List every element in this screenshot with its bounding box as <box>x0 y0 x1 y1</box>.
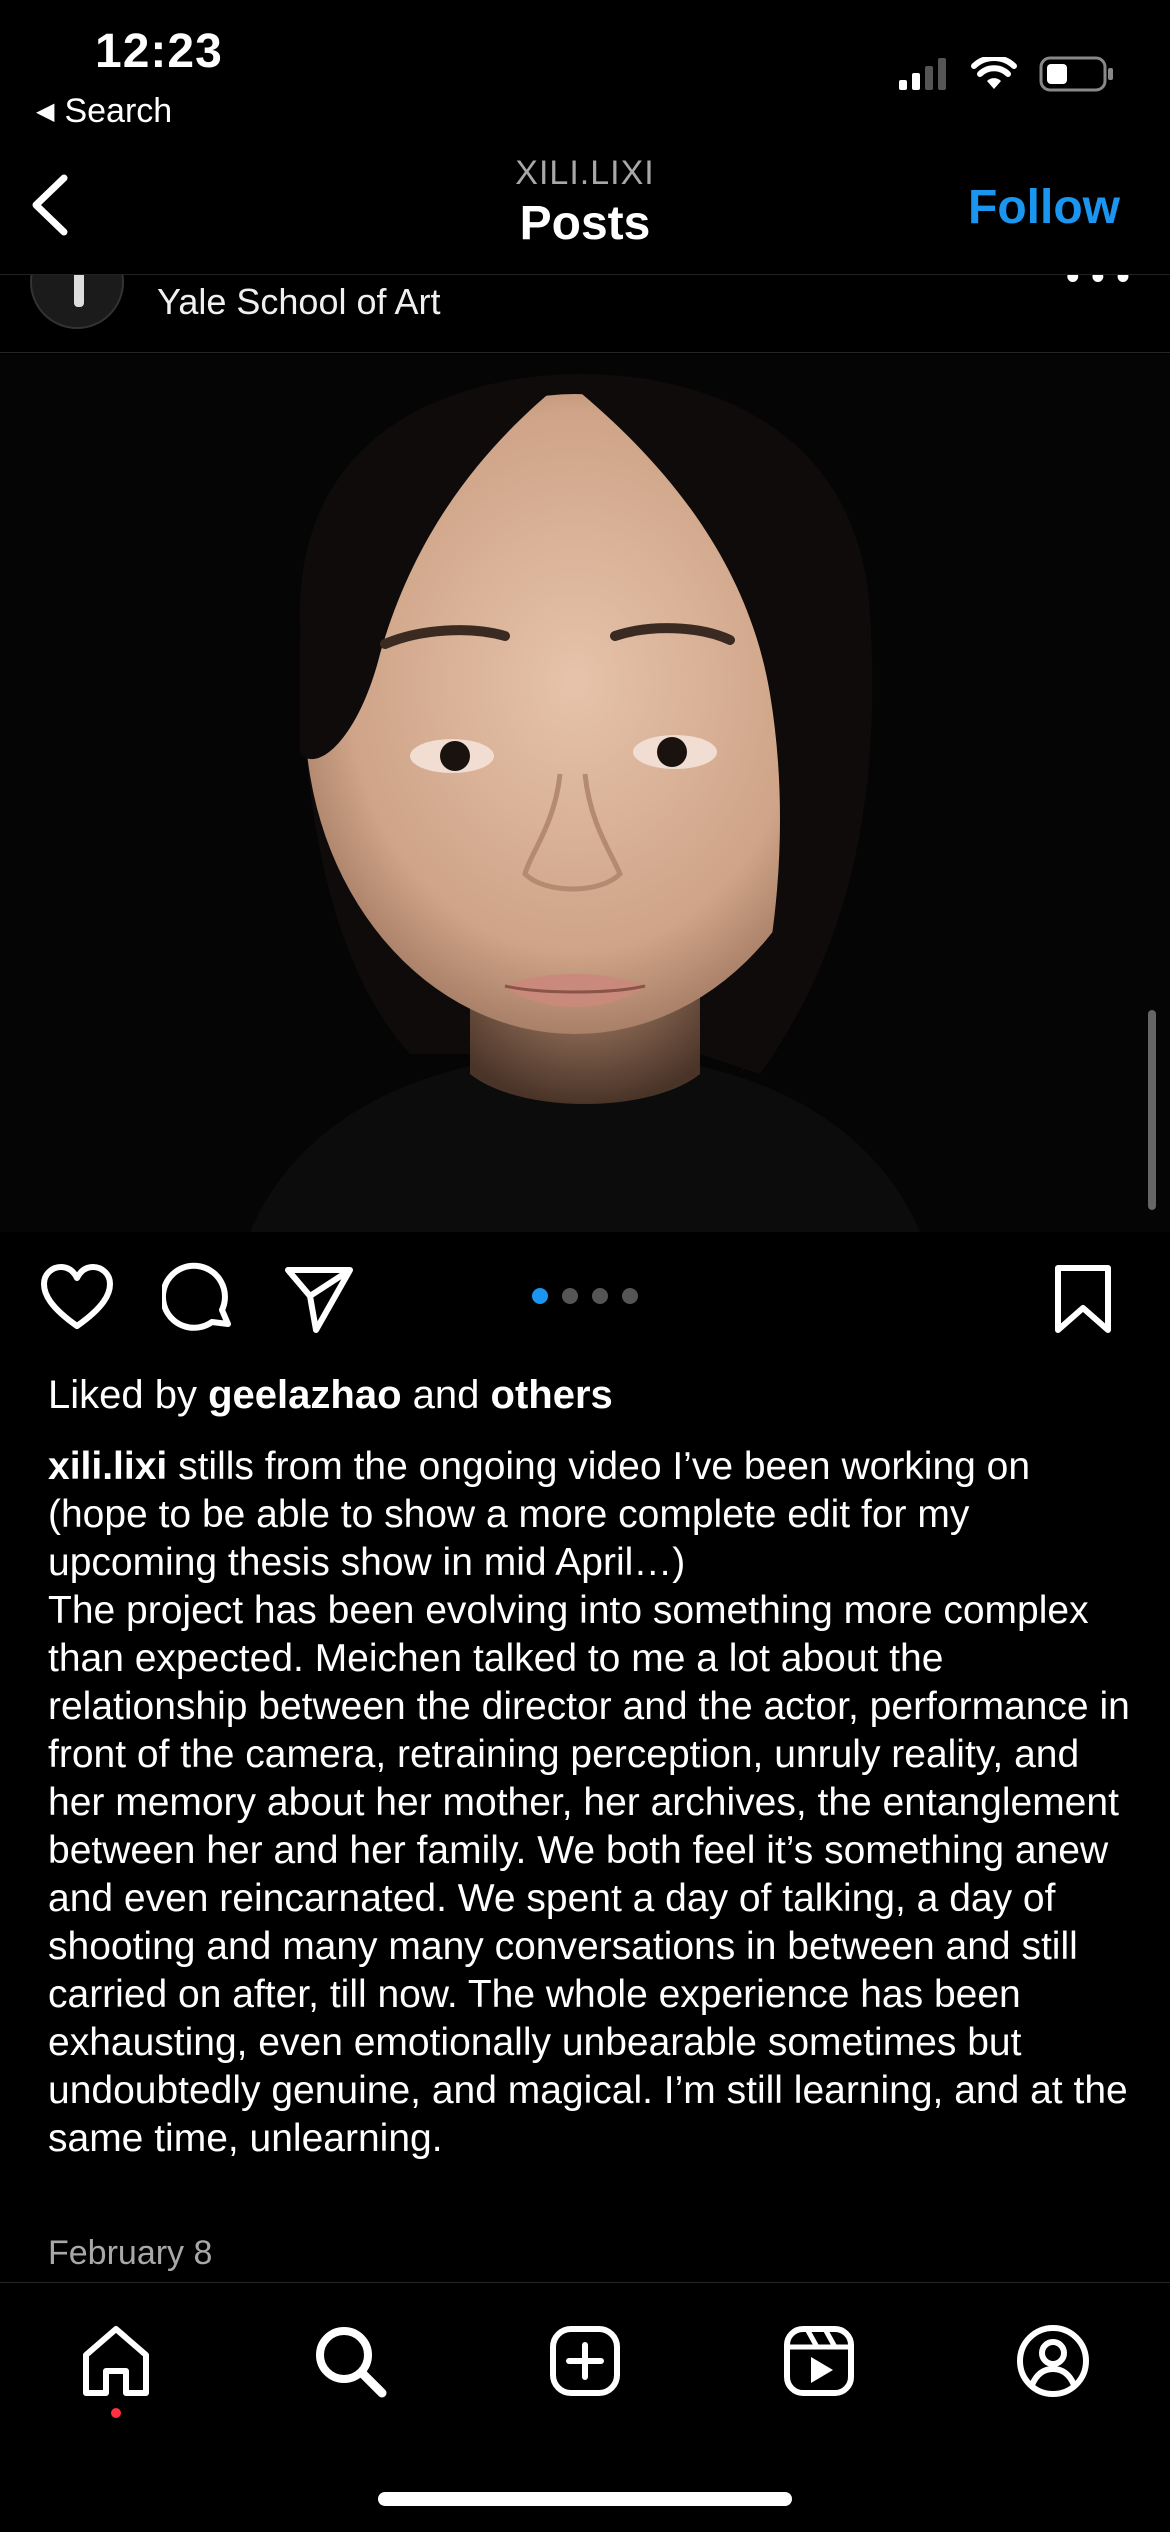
system-icons <box>899 56 1115 92</box>
reels-icon[interactable] <box>781 2323 857 2399</box>
follow-button[interactable]: Follow <box>968 180 1120 235</box>
liked-by-others[interactable]: others <box>491 1373 613 1417</box>
battery-icon <box>1039 56 1113 92</box>
post-location[interactable]: Yale School of Art <box>157 281 441 323</box>
avatar[interactable] <box>30 275 124 329</box>
caption-first-text: stills from the ongoing video I’ve been … <box>48 1445 1041 1584</box>
likes-and: and <box>412 1373 480 1417</box>
caption-username[interactable]: xili.lixi <box>48 1445 167 1488</box>
comment-icon[interactable] <box>162 1262 236 1336</box>
scroll-indicator <box>1148 1010 1156 1210</box>
likes-prefix: Liked by <box>48 1373 197 1417</box>
search-icon[interactable] <box>312 2323 388 2399</box>
liked-by-user[interactable]: geelazhao <box>208 1373 401 1417</box>
home-icon[interactable] <box>78 2323 154 2399</box>
profile-icon[interactable] <box>1015 2323 1091 2399</box>
status-bar: 12:23 ◀ Search <box>0 0 1170 140</box>
post-caption: xili.lixi stills from the ongoing video … <box>48 1443 1138 2163</box>
like-heart-icon[interactable] <box>40 1262 114 1336</box>
cellular-signal-icon <box>899 58 946 90</box>
more-options-icon[interactable]: • • • <box>1066 275 1130 300</box>
likes-summary[interactable]: Liked by geelazhao and others <box>48 1373 613 1418</box>
top-nav-bar: XILI.LIXI Posts Follow <box>0 140 1170 275</box>
home-notification-dot <box>111 2408 121 2418</box>
carousel-dot <box>532 1288 548 1304</box>
share-send-icon[interactable] <box>282 1262 356 1336</box>
caption-body-text: The project has been evolving into somet… <box>48 1589 1141 2160</box>
create-icon[interactable] <box>547 2323 623 2399</box>
post-header: Yale School of Art • • • <box>0 275 1170 353</box>
post-photo[interactable] <box>0 354 1170 1232</box>
back-triangle-icon: ◀ <box>36 98 55 125</box>
carousel-indicator <box>532 1288 638 1304</box>
back-to-app-label: Search <box>64 92 173 130</box>
carousel-dot <box>622 1288 638 1304</box>
carousel-dot <box>592 1288 608 1304</box>
home-indicator[interactable] <box>378 2492 792 2506</box>
carousel-dot <box>562 1288 578 1304</box>
save-bookmark-icon[interactable] <box>1046 1262 1120 1336</box>
post-actions <box>0 1262 1170 1342</box>
portrait-image <box>0 354 1170 1232</box>
status-time: 12:23 <box>95 25 223 78</box>
back-to-app-button[interactable]: ◀ Search <box>36 92 172 131</box>
wifi-icon <box>971 57 1017 89</box>
post-date: February 8 <box>48 2234 213 2272</box>
